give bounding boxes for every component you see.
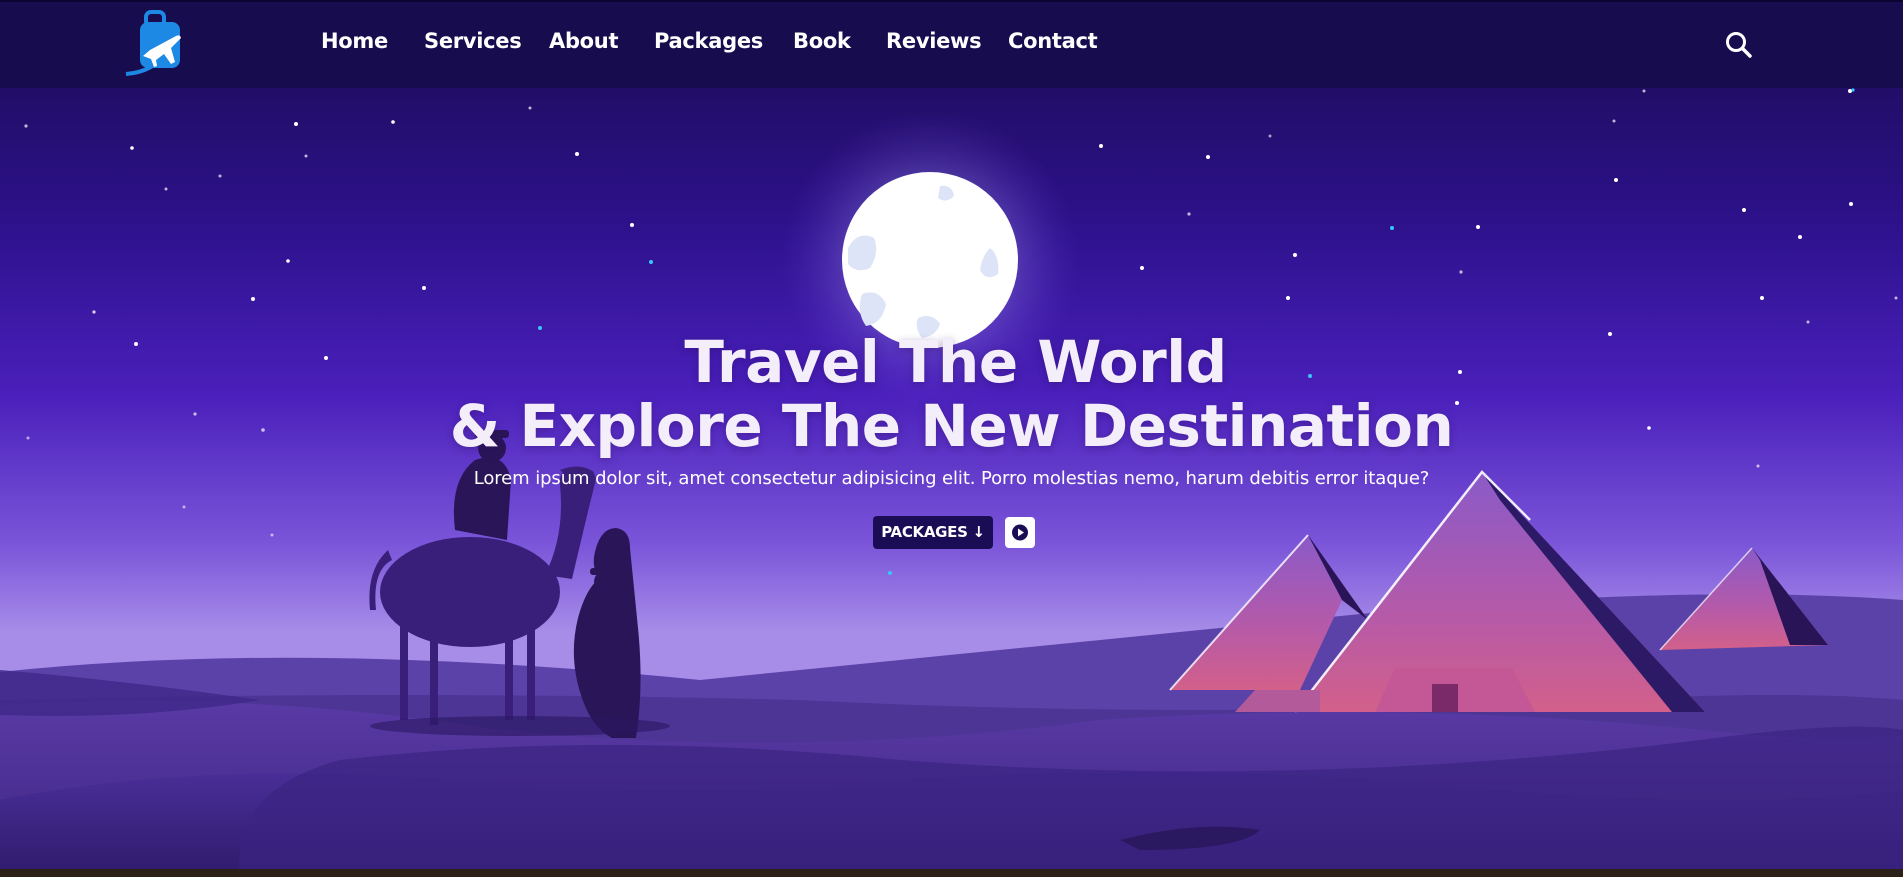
nav-links: Home Services About Packages Book Review… — [0, 2, 1903, 88]
nav-link-book[interactable]: Book — [793, 29, 851, 53]
search-icon[interactable] — [1722, 28, 1756, 62]
hero-subtitle: Lorem ipsum dolor sit, amet consectetur … — [473, 468, 1430, 489]
landing-page: Home Services About Packages Book Review… — [0, 0, 1903, 877]
page-bottom-edge — [0, 869, 1903, 877]
nav-link-services[interactable]: Services — [424, 29, 522, 53]
hero-title-line1: Travel The World — [684, 328, 1227, 396]
hero-heading: Travel The World & Explore The New Desti… — [0, 330, 1903, 458]
nav-link-contact[interactable]: Contact — [1008, 29, 1098, 53]
play-button[interactable] — [1005, 517, 1035, 548]
nav-link-packages[interactable]: Packages — [654, 29, 763, 53]
packages-button[interactable]: PACKAGES ↓ — [873, 516, 993, 549]
play-circle-icon — [1012, 524, 1028, 541]
hero-title-line2: & Explore The New Destination — [449, 392, 1454, 460]
top-navbar: Home Services About Packages Book Review… — [0, 0, 1903, 88]
nav-link-about[interactable]: About — [549, 29, 619, 53]
nav-link-reviews[interactable]: Reviews — [886, 29, 982, 53]
nav-link-home[interactable]: Home — [321, 29, 388, 53]
